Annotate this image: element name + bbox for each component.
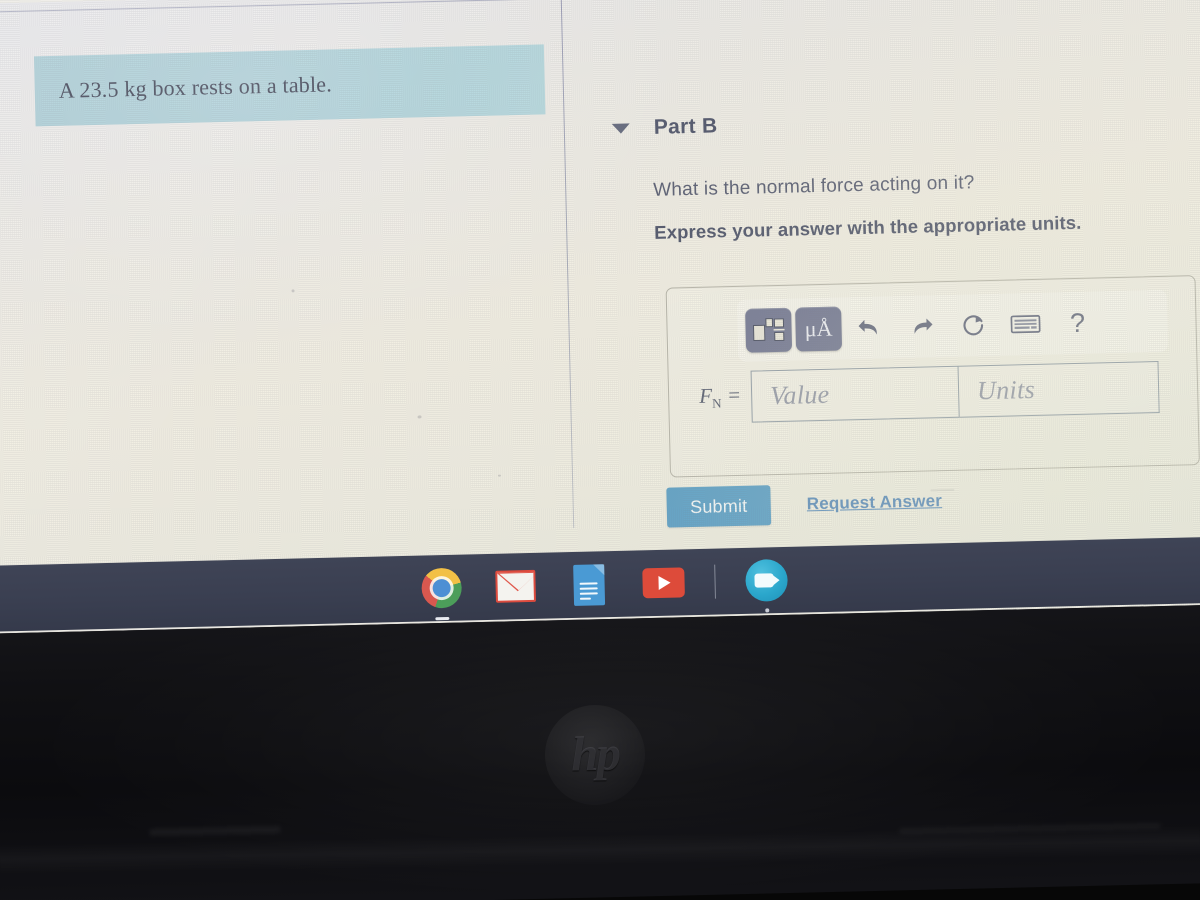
gmail-icon	[494, 569, 536, 603]
docs-line	[579, 597, 591, 600]
micro-angstrom-icon: μÅ	[804, 315, 833, 342]
redo-button[interactable]	[897, 304, 946, 349]
problem-statement-highlight: A 23.5 kg box rests on a table.	[33, 44, 546, 127]
docs-line	[579, 591, 598, 595]
answer-actions: Submit Request Answer	[666, 481, 942, 528]
running-indicator	[764, 608, 769, 613]
undo-button[interactable]	[845, 305, 894, 350]
units-input[interactable]: Units	[958, 361, 1160, 418]
shelf-item-gmail[interactable]	[492, 563, 539, 610]
units-placeholder: Units	[976, 374, 1036, 406]
variable-label: FN =	[683, 383, 752, 413]
hp-logo-text: hp	[570, 724, 620, 782]
google-docs-icon	[573, 563, 606, 606]
equals-sign: =	[726, 382, 742, 408]
reset-button[interactable]	[949, 303, 998, 348]
video-camera-icon	[744, 558, 788, 602]
shelf-item-camera[interactable]	[743, 557, 790, 613]
shelf-item-chrome[interactable]	[418, 565, 465, 621]
youtube-icon	[641, 567, 685, 599]
variable-base: F	[698, 383, 713, 408]
redo-arrow-icon	[914, 318, 933, 334]
submit-button[interactable]: Submit	[666, 485, 772, 528]
request-answer-link[interactable]: Request Answer	[806, 491, 942, 514]
variable-subscript: N	[712, 395, 723, 411]
undo-arrow-icon	[858, 319, 877, 335]
value-input[interactable]: Value	[750, 365, 960, 423]
keyboard-button[interactable]	[1001, 302, 1050, 347]
units-button[interactable]: μÅ	[795, 306, 843, 352]
shelf-separator	[713, 564, 716, 599]
question-mark-icon: ?	[1069, 307, 1086, 338]
answer-input-row: FN = Value Units	[683, 361, 1160, 424]
docs-line	[579, 586, 598, 590]
screen-surface: A 23.5 kg box rests on a table. Part B W…	[0, 0, 1200, 634]
camera-lens	[769, 573, 780, 588]
math-template-button[interactable]	[745, 307, 793, 353]
keyboard-icon	[1010, 314, 1041, 334]
laptop-screen: A 23.5 kg box rests on a table. Part B W…	[0, 0, 1200, 634]
question-prompt: What is the normal force acting on it?	[653, 172, 975, 201]
docs-line	[579, 581, 598, 585]
chrome-icon	[420, 567, 462, 609]
math-template-icon	[752, 318, 785, 342]
value-placeholder: Value	[769, 379, 830, 411]
laptop-photo: hp A 23.5 kg box rests on a table. Part …	[0, 0, 1200, 900]
submit-button-label: Submit	[689, 495, 748, 517]
problem-statement-text: A 23.5 kg box rests on a table.	[58, 71, 333, 103]
triangle-down-icon[interactable]	[611, 123, 630, 134]
shelf-item-youtube[interactable]	[640, 559, 687, 606]
help-button[interactable]: ?	[1053, 300, 1102, 345]
part-b-column: Part B What is the normal force acting o…	[589, 95, 1192, 245]
running-indicator	[434, 616, 449, 621]
answer-toolbar: μÅ ?	[736, 289, 1169, 362]
answer-entry-box: μÅ ? FN = Value Units	[665, 275, 1200, 478]
reset-circle-icon	[963, 315, 984, 336]
part-b-label: Part B	[653, 114, 718, 139]
shelf-item-docs[interactable]	[566, 561, 613, 608]
